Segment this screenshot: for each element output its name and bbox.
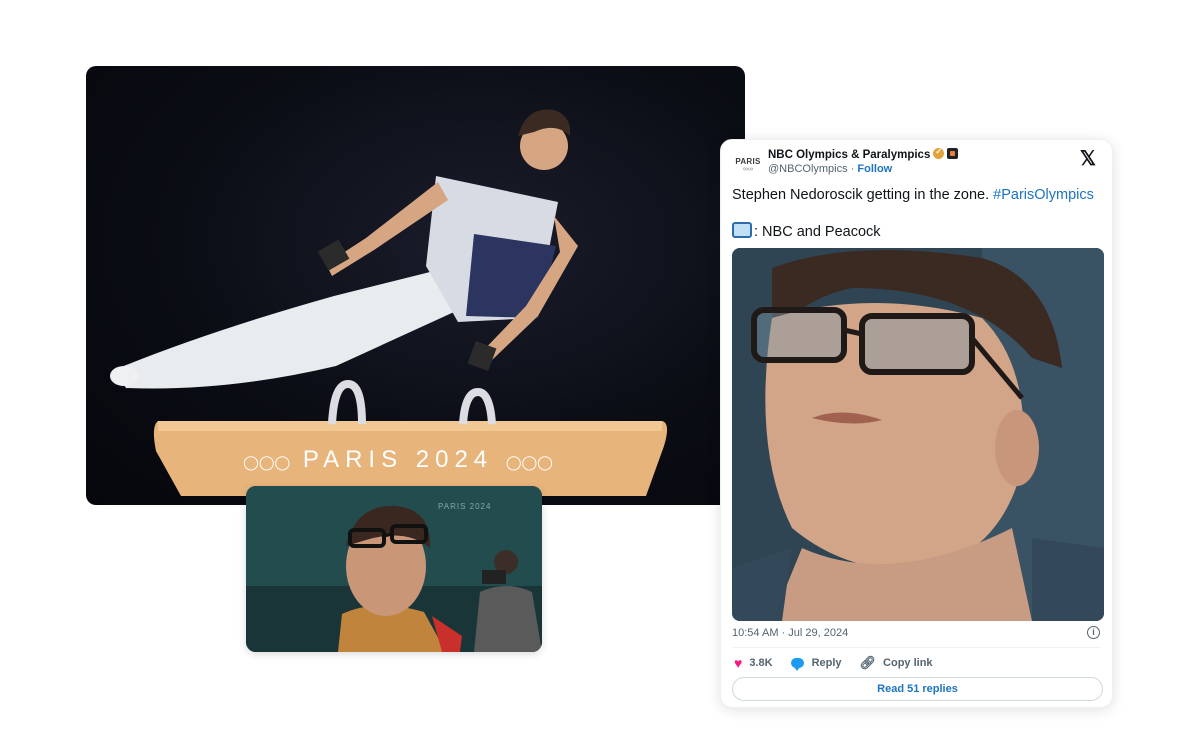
- verified-icon: [933, 147, 945, 159]
- gymnast-pommel-horse-photo: [86, 66, 745, 505]
- gymnast-closeup-photo: PARIS 2024: [246, 486, 542, 652]
- link-icon: 🔗︎: [859, 655, 877, 670]
- separator: ·: [847, 163, 858, 175]
- heart-icon: ♥: [734, 655, 743, 671]
- reply-button[interactable]: Reply: [790, 657, 842, 671]
- copy-link-label: Copy link: [883, 657, 933, 669]
- divider: [732, 647, 1101, 648]
- like-button[interactable]: ♥ 3.8K: [734, 655, 773, 671]
- reply-icon: [790, 658, 804, 671]
- read-replies-button[interactable]: Read 51 replies: [732, 677, 1103, 701]
- avatar-logo-text: PARIS: [735, 156, 761, 166]
- affiliate-icon: [947, 148, 959, 159]
- author-handle[interactable]: @NBCOlympics: [768, 163, 848, 175]
- olympic-rings-icon: ◯◯◯: [505, 454, 553, 470]
- author-avatar[interactable]: PARIS ∞∞: [733, 150, 763, 180]
- info-icon[interactable]: i: [1087, 626, 1100, 639]
- tweet-text: Stephen Nedoroscik getting in the zone. …: [732, 187, 1094, 203]
- author-name-text: NBC Olympics & Paralympics: [768, 149, 931, 161]
- paris-2024-label: PARIS 2024: [302, 446, 494, 473]
- tweet-media-image[interactable]: [732, 248, 1104, 621]
- tweet-card: PARIS ∞∞ NBC Olympics & Paralympics @NBC…: [720, 139, 1113, 708]
- tweet-timestamp[interactable]: 10:54 AM · Jul 29, 2024: [732, 627, 848, 639]
- reply-label: Reply: [811, 657, 842, 669]
- tv-icon: [732, 222, 752, 238]
- olympic-rings-icon: ∞∞: [743, 165, 753, 173]
- x-logo-icon[interactable]: 𝕏: [1080, 146, 1096, 171]
- tweet-text-line2: : NBC and Peacock: [732, 222, 881, 240]
- copy-link-button[interactable]: 🔗︎ Copy link: [860, 655, 933, 671]
- author-name[interactable]: NBC Olympics & Paralympics: [768, 147, 959, 161]
- pommel-horse-text: ◯◯◯ PARIS 2024 ◯◯◯: [158, 446, 638, 474]
- background-logo-text: PARIS 2024: [438, 502, 492, 511]
- like-count: 3.8K: [749, 657, 773, 669]
- follow-button[interactable]: Follow: [857, 163, 892, 175]
- author-handle-line: @NBCOlympics · Follow: [768, 163, 892, 175]
- hashtag-link[interactable]: #ParisOlympics: [993, 187, 1094, 203]
- olympic-rings-icon: ◯◯◯: [243, 454, 291, 470]
- tweet-text-broadcast: : NBC and Peacock: [754, 224, 881, 240]
- tweet-text-body: Stephen Nedoroscik getting in the zone.: [732, 187, 994, 203]
- tweet-actions: ♥ 3.8K Reply 🔗︎ Copy link: [734, 655, 951, 671]
